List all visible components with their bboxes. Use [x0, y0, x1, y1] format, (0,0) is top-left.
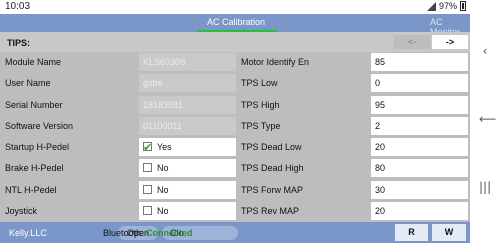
tps-rev-map-input[interactable]: 20 [371, 202, 468, 220]
prev-button[interactable]: <- [394, 35, 430, 49]
tps-low-input[interactable]: 0 [371, 74, 468, 92]
joystick-checkbox[interactable]: No [139, 202, 236, 220]
bluetooth-connected-text: Connected [146, 228, 193, 238]
tab-bar: AC Calibration AC Monitor [0, 14, 470, 37]
field-label-tps-dead-high: TPS Dead High [241, 163, 304, 173]
write-button[interactable]: W [432, 224, 466, 241]
serial-number-field: 18183981 [139, 96, 236, 114]
software-version-field: 01100011 [139, 117, 236, 135]
tips-label: TIPS: [7, 38, 31, 48]
recent-apps-icon[interactable]: ||| [479, 180, 491, 194]
bluetooth-label: Bluetooth: [103, 228, 144, 238]
next-button[interactable]: -> [432, 35, 468, 49]
field-label-tps-dead-low: TPS Dead Low [241, 142, 302, 152]
checkbox-unchecked-icon[interactable] [143, 163, 152, 172]
tps-dead-high-input[interactable]: 80 [371, 159, 468, 177]
field-label-tps-rev-map: TPS Rev MAP [241, 206, 300, 216]
signal-icon [426, 1, 436, 11]
joystick-value: No [157, 206, 169, 216]
tps-forw-map-input[interactable]: 30 [371, 181, 468, 199]
tab-ac-calibration[interactable]: AC Calibration [207, 17, 265, 27]
checkbox-unchecked-icon[interactable] [143, 206, 152, 215]
bluetooth-status: Bluetooth: Connected [103, 228, 193, 238]
ntl-h-pedel-checkbox[interactable]: No [139, 181, 236, 199]
field-label-ntl-h-pedel: NTL H-Pedel [5, 185, 57, 195]
user-name-field: gsbe [139, 74, 236, 92]
field-label-user-name: User Name [5, 78, 51, 88]
field-label-brake-h-pedel: Brake H-Pedel [5, 163, 64, 173]
calibration-grid: Module Name User Name Serial Number Soft… [0, 52, 470, 222]
back-icon[interactable]: ⟵ [479, 112, 496, 126]
tips-row: TIPS: <- -> [0, 32, 470, 52]
battery-percent: 97% [438, 1, 457, 11]
field-label-module-name: Module Name [5, 57, 62, 67]
field-label-software-version: Software Version [5, 121, 74, 131]
startup-h-pedel-checkbox[interactable]: Yes [139, 138, 236, 157]
system-nav-rail: ‹ ⟵ ||| [470, 0, 500, 243]
chevron-left-icon[interactable]: ‹ [479, 44, 491, 58]
motor-identify-en-input[interactable]: 85 [371, 53, 468, 71]
module-name-field: KLS6030S [139, 53, 236, 71]
battery-icon [460, 1, 466, 11]
field-label-serial-number: Serial Number [5, 100, 63, 110]
tps-high-input[interactable]: 95 [371, 96, 468, 114]
company-name: Kelly.LLC [9, 228, 47, 238]
brake-h-pedel-checkbox[interactable]: No [139, 159, 236, 177]
field-label-tps-type: TPS Type [241, 121, 281, 131]
status-bar: 10:03 97% [0, 0, 470, 14]
bottom-bar: Kelly.LLC Open Clo Bluetooth: Connected … [0, 222, 470, 243]
startup-h-pedel-value: Yes [157, 142, 172, 152]
checkbox-checked-icon[interactable] [143, 139, 152, 157]
field-label-motor-identify-en: Motor Identify En [241, 57, 310, 67]
read-button[interactable]: R [395, 224, 428, 241]
status-time: 10:03 [5, 1, 31, 12]
field-label-tps-forw-map: TPS Forw MAP [241, 185, 304, 195]
status-indicators: 97% [426, 1, 466, 11]
brake-h-pedel-value: No [157, 163, 169, 173]
field-label-joystick: Joystick [5, 206, 38, 216]
ntl-h-pedel-value: No [157, 185, 169, 195]
field-label-tps-high: TPS High [241, 100, 280, 110]
field-label-tps-low: TPS Low [241, 78, 278, 88]
field-label-startup-h-pedel: Startup H-Pedel [5, 142, 70, 152]
checkbox-unchecked-icon[interactable] [143, 185, 152, 194]
tps-dead-low-input[interactable]: 20 [371, 138, 468, 156]
tps-type-input[interactable]: 2 [371, 117, 468, 135]
